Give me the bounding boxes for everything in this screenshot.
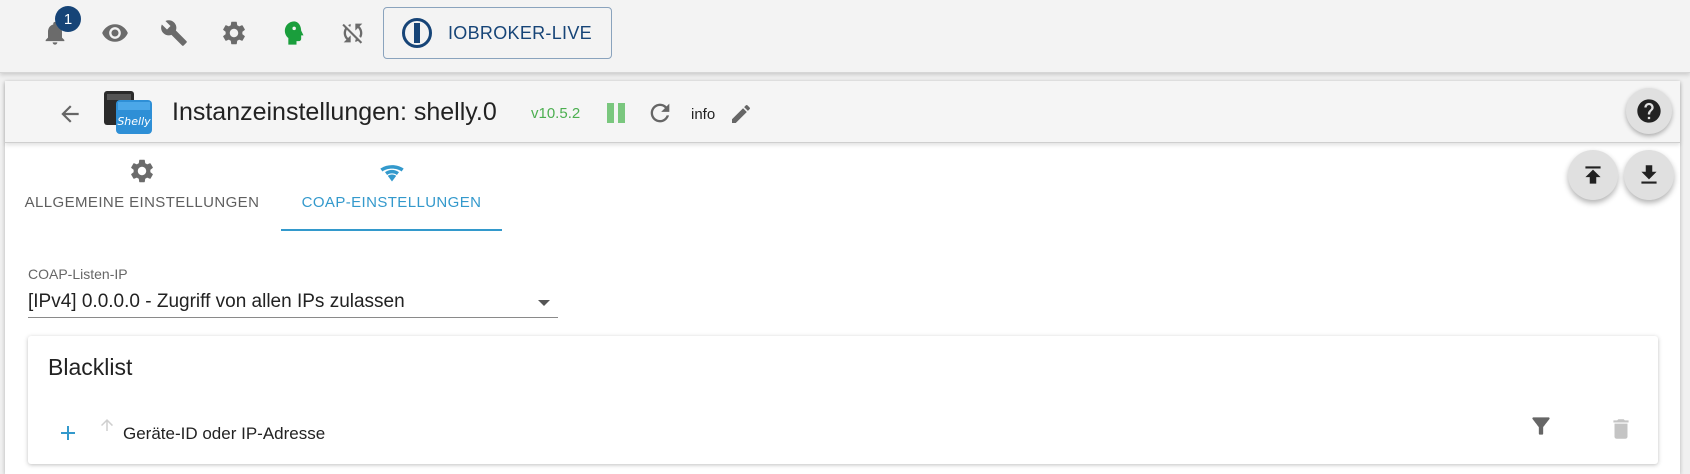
top-toolbar: 1 IOBROKER-LIVE bbox=[0, 0, 1690, 73]
iobroker-live-label: IOBROKER-LIVE bbox=[448, 22, 592, 43]
plus-icon bbox=[61, 426, 75, 440]
sort-button[interactable] bbox=[98, 416, 116, 434]
trash-icon bbox=[1613, 419, 1629, 439]
expert-mode-button[interactable] bbox=[153, 12, 195, 54]
shelly-adapter-logo: Shelly bbox=[104, 91, 152, 134]
coap-listen-ip-value: [IPv4] 0.0.0.0 - Zugriff von allen IPs z… bbox=[28, 291, 405, 312]
pencil-icon bbox=[732, 104, 751, 123]
help-button[interactable] bbox=[1626, 88, 1672, 134]
edit-log-level-button[interactable] bbox=[729, 102, 753, 126]
add-row-button[interactable] bbox=[56, 421, 80, 445]
upload-settings-button[interactable] bbox=[1568, 150, 1618, 200]
download-settings-button[interactable] bbox=[1624, 150, 1674, 200]
adapter-version: v10.5.2 bbox=[531, 105, 581, 122]
blacklist-title: Blacklist bbox=[48, 354, 133, 380]
svg-text:Shelly: Shelly bbox=[117, 115, 151, 128]
pause-icon bbox=[607, 103, 614, 123]
notifications-button[interactable]: 1 bbox=[34, 6, 81, 54]
pause-instance-button[interactable] bbox=[604, 101, 628, 125]
iobroker-logo-icon bbox=[402, 18, 432, 48]
column-header-device-id[interactable]: Geräte-ID oder IP-Adresse bbox=[123, 424, 325, 444]
tab-general-settings-label: ALLGEMEINE EINSTELLUNGEN bbox=[24, 194, 260, 211]
tab-coap-settings[interactable]: COAP-EINSTELLUNGEN bbox=[281, 153, 502, 231]
dropdown-arrow-icon bbox=[538, 300, 550, 306]
coap-listen-ip-label: COAP-Listen-IP bbox=[28, 266, 128, 282]
log-level-label: info bbox=[691, 106, 716, 123]
coap-listen-ip-select[interactable]: [IPv4] 0.0.0.0 - Zugriff von allen IPs z… bbox=[28, 285, 558, 318]
iobroker-live-button[interactable]: IOBROKER-LIVE bbox=[383, 7, 612, 59]
instance-header: Shelly Instanzeinstellungen: shelly.0 v1… bbox=[5, 81, 1680, 143]
arrow-back-icon bbox=[61, 105, 79, 123]
filter-icon bbox=[1532, 417, 1550, 435]
sync-disabled-button[interactable] bbox=[332, 12, 374, 54]
head-icon bbox=[284, 21, 304, 45]
instance-settings-panel: Shelly Instanzeinstellungen: shelly.0 v1… bbox=[5, 81, 1680, 474]
cog-icon bbox=[223, 21, 245, 45]
assistant-button[interactable] bbox=[272, 12, 314, 54]
restart-instance-button[interactable] bbox=[646, 99, 674, 127]
tab-general-settings[interactable]: ALLGEMEINE EINSTELLUNGEN bbox=[5, 153, 279, 231]
delete-all-button[interactable] bbox=[1608, 416, 1634, 442]
arrow-up-icon bbox=[101, 419, 113, 431]
wifi-icon bbox=[379, 165, 404, 182]
notification-count-badge: 1 bbox=[55, 6, 81, 32]
gear-icon bbox=[131, 159, 153, 183]
eye-icon bbox=[102, 24, 128, 42]
download-icon bbox=[1641, 165, 1657, 184]
eye-button[interactable] bbox=[94, 12, 136, 54]
pause-icon-bar bbox=[618, 103, 625, 123]
settings-button[interactable] bbox=[213, 12, 255, 54]
tab-coap-settings-label: COAP-EINSTELLUNGEN bbox=[301, 194, 482, 211]
wrench-icon bbox=[161, 20, 187, 46]
help-circle-icon bbox=[1637, 99, 1661, 123]
back-button[interactable] bbox=[49, 93, 91, 135]
page-title: Instanzeinstellungen: shelly.0 bbox=[172, 98, 497, 126]
filter-button[interactable] bbox=[1528, 413, 1554, 439]
sync-disabled-icon bbox=[342, 23, 363, 44]
publish-icon bbox=[1585, 166, 1601, 184]
refresh-icon bbox=[650, 103, 670, 123]
blacklist-card: Blacklist Geräte-ID oder IP-Adresse bbox=[28, 336, 1658, 464]
